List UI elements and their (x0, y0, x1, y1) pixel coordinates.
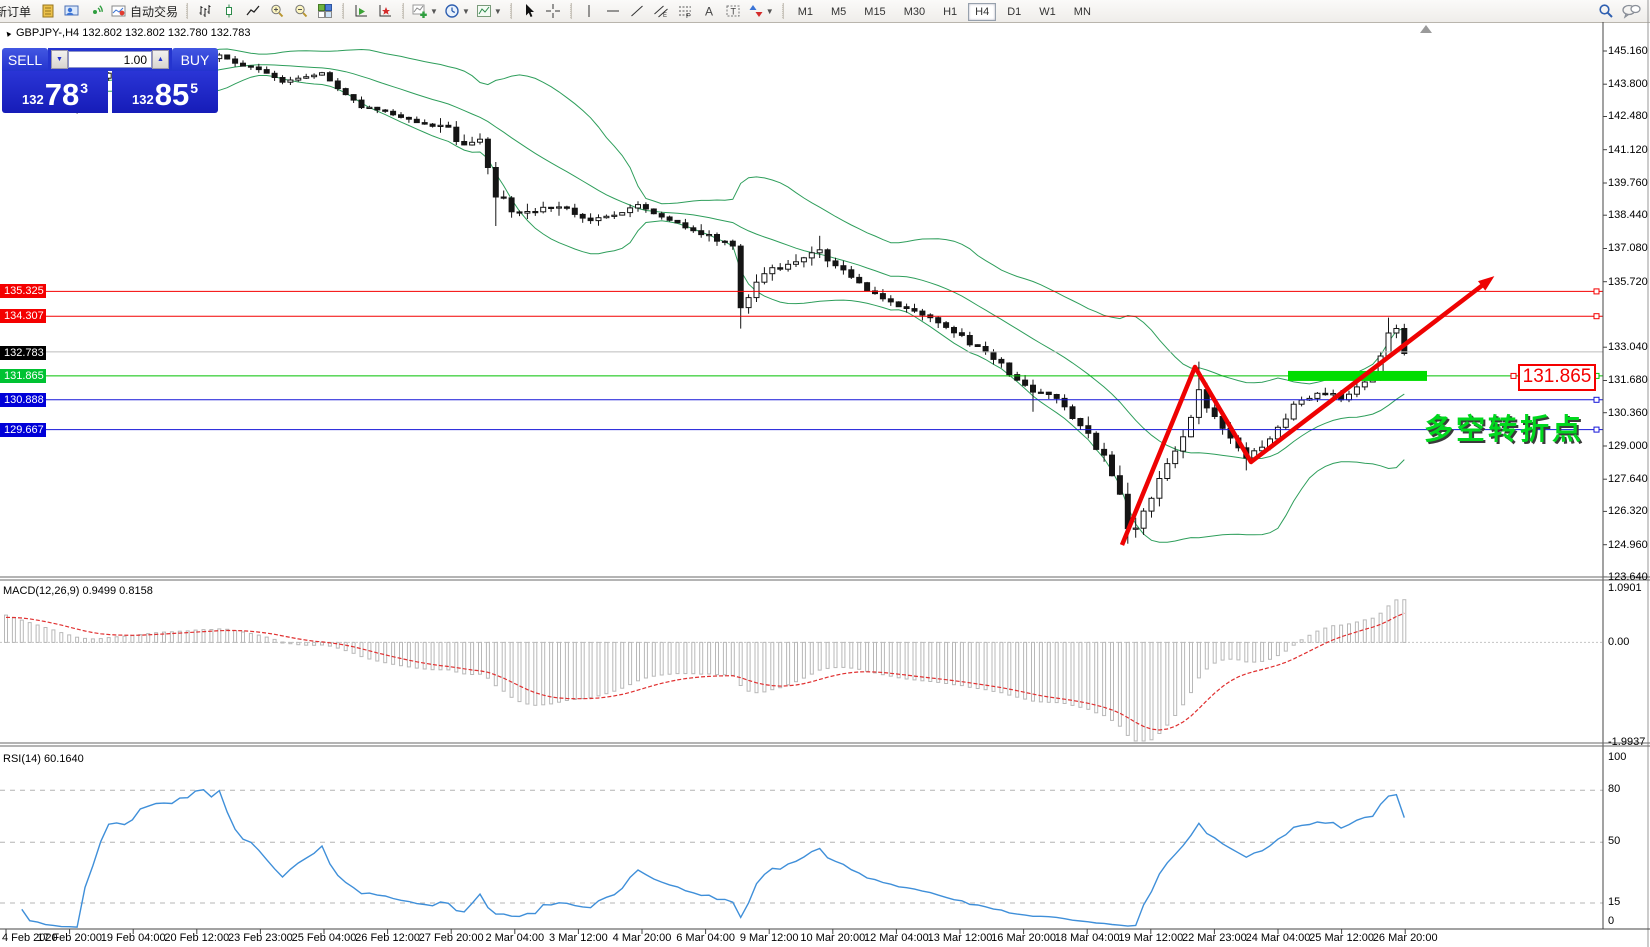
buy-button[interactable]: BUY (172, 48, 218, 71)
buy-price-prefix: 132 (132, 92, 154, 107)
price-badge: 131.865 (0, 369, 46, 383)
sell-price-pip: 3 (80, 80, 88, 96)
one-click-trading-panel: SELL ▼ 1.00 ▲ BUY 132 78 3 132 85 5 (2, 48, 218, 113)
sell-price-panel[interactable]: 132 78 3 (2, 71, 108, 113)
price-badge: 134.307 (0, 309, 46, 323)
x-axis-time-label: 16 Mar 20:00 (991, 932, 1056, 944)
y-axis-tick-label: 131.680 (1608, 374, 1648, 386)
volume-input[interactable]: 1.00 (68, 51, 152, 68)
price-badge: 135.325 (0, 284, 46, 298)
macd-label: MACD(12,26,9) 0.9499 0.8158 (3, 585, 153, 597)
symbol-ohlc-header: GBPJPY-,H4 132.802 132.802 132.780 132.7… (16, 27, 250, 39)
x-axis-time-label: 13 Mar 12:00 (928, 932, 993, 944)
rsi-axis-label: 80 (1608, 783, 1620, 795)
x-axis-time-label: 4 Mar 20:00 (613, 932, 672, 944)
x-axis-time-label: 19 Mar 12:00 (1118, 932, 1183, 944)
rsi-axis-label: 15 (1608, 896, 1620, 908)
x-axis-time-label: 25 Feb 04:00 (292, 932, 357, 944)
y-axis-tick-label: 127.640 (1608, 473, 1648, 485)
rsi-axis-label: 0 (1608, 915, 1614, 927)
rsi-label: RSI(14) 60.1640 (3, 753, 84, 765)
x-axis-time-label: 20 Feb 12:00 (164, 932, 229, 944)
macd-axis-min: -1.9937 (1608, 736, 1645, 748)
macd-axis-zero: 0.00 (1608, 636, 1629, 648)
sell-button[interactable]: SELL (2, 48, 48, 71)
terminal-window: 新订单 自动交易 (0, 0, 1650, 947)
volume-stepper: ▼ 1.00 ▲ (48, 48, 172, 71)
chart-shift-marker-icon (1420, 25, 1432, 33)
chart-canvas[interactable] (0, 0, 1650, 947)
x-axis-time-label: 9 Mar 12:00 (740, 932, 799, 944)
sell-price-main: 78 (45, 80, 79, 110)
price-badge: 129.667 (0, 423, 46, 437)
x-axis-time-label: 24 Mar 04:00 (1246, 932, 1311, 944)
y-axis-tick-label: 126.320 (1608, 505, 1648, 517)
x-axis-time-label: 26 Feb 12:00 (355, 932, 420, 944)
quote-header: SELL ▼ 1.00 ▲ BUY (2, 48, 218, 71)
buy-price-panel[interactable]: 132 85 5 (112, 71, 218, 113)
x-axis-time-label: 26 Mar 20:00 (1373, 932, 1438, 944)
y-axis-tick-label: 124.960 (1608, 539, 1648, 551)
x-axis-time-label: 19 Feb 04:00 (101, 932, 166, 944)
volume-down-button[interactable]: ▼ (51, 50, 68, 69)
x-axis-time-label: 3 Mar 12:00 (549, 932, 608, 944)
volume-up-button[interactable]: ▲ (152, 50, 169, 69)
y-axis-tick-label: 142.480 (1608, 110, 1648, 122)
y-axis-tick-label: 145.160 (1608, 45, 1648, 57)
y-axis-tick-label: 130.360 (1608, 407, 1648, 419)
y-axis-tick-label: 135.720 (1608, 276, 1648, 288)
x-axis-time-label: 23 Feb 23:00 (228, 932, 293, 944)
y-axis-tick-label: 129.000 (1608, 440, 1648, 452)
x-axis-time-label: 25 Mar 12:00 (1309, 932, 1374, 944)
y-axis-tick-label: 143.800 (1608, 78, 1648, 90)
price-callout-label[interactable]: 131.865 (1518, 364, 1596, 391)
rsi-axis-label: 100 (1608, 751, 1626, 763)
x-axis-time-label: 6 Mar 04:00 (676, 932, 735, 944)
x-axis-time-label: 2 Mar 04:00 (485, 932, 544, 944)
y-axis-tick-label: 139.760 (1608, 177, 1648, 189)
macd-axis-max: 1.0901 (1608, 582, 1642, 594)
y-axis-tick-label: 133.040 (1608, 341, 1648, 353)
bid-price-badge: 132.783 (0, 346, 46, 360)
pivot-annotation-text: 多空转折点 (1424, 406, 1584, 448)
x-axis-time-label: 17 Feb 20:00 (37, 932, 102, 944)
x-axis-time-label: 10 Mar 20:00 (800, 932, 865, 944)
y-axis-tick-label: 137.080 (1608, 242, 1648, 254)
sell-price-prefix: 132 (22, 92, 44, 107)
price-badge: 130.888 (0, 393, 46, 407)
y-axis-tick-label: 141.120 (1608, 144, 1648, 156)
x-axis-time-label: 22 Mar 23:00 (1182, 932, 1247, 944)
y-axis-tick-label: 138.440 (1608, 209, 1648, 221)
buy-price-main: 85 (155, 80, 189, 110)
x-axis-time-label: 12 Mar 04:00 (864, 932, 929, 944)
rsi-axis-label: 50 (1608, 835, 1620, 847)
x-axis-time-label: 18 Mar 04:00 (1055, 932, 1120, 944)
quote-prices: 132 78 3 132 85 5 (2, 71, 218, 113)
x-axis-time-label: 27 Feb 20:00 (419, 932, 484, 944)
buy-price-pip: 5 (190, 80, 198, 96)
